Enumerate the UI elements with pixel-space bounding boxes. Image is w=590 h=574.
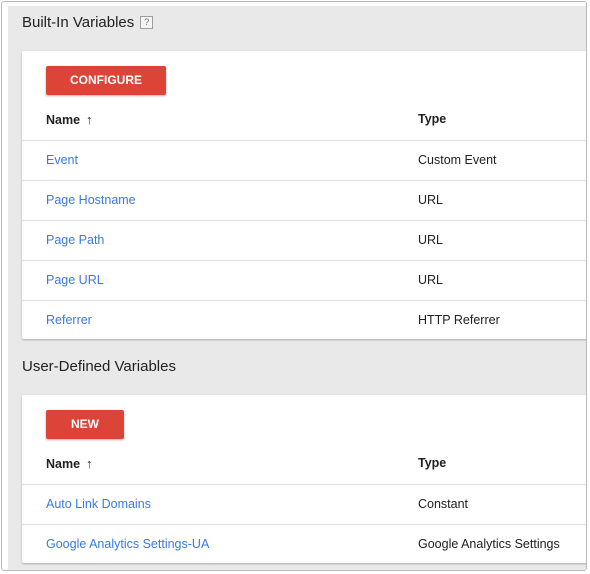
name-column-label: Name (46, 457, 81, 471)
name-column-header[interactable]: Name ↑ (46, 100, 93, 140)
builtin-variables-card: CONFIGURE Name ↑ Type Event Custom Event … (22, 51, 586, 340)
variable-type: URL (418, 193, 444, 207)
table-row: Page URL URL (22, 260, 586, 300)
builtin-table-header: Name ↑ Type (22, 100, 586, 140)
table-row: Referrer HTTP Referrer (22, 300, 586, 340)
variable-name-link[interactable]: Auto Link Domains (46, 485, 151, 524)
builtin-title-text: Built-In Variables (22, 14, 135, 31)
variable-type: HTTP Referrer (418, 313, 500, 327)
help-icon[interactable]: ? (140, 16, 154, 29)
table-row: Page Path URL (22, 220, 586, 260)
variables-page: Built-In Variables ? CONFIGURE Name ↑ Typ… (1, 1, 587, 571)
table-row: Page Hostname URL (22, 180, 586, 220)
arrow-up-icon[interactable]: ↑ (86, 100, 93, 139)
variable-name-link[interactable]: Event (46, 141, 78, 180)
new-variable-button[interactable]: NEW (46, 410, 124, 439)
userdefined-table-header: Name ↑ Type (22, 444, 586, 484)
table-row: Auto Link Domains Constant (22, 484, 586, 524)
userdefined-section-title: User-Defined Variables (22, 358, 176, 375)
variable-name-link[interactable]: Page Path (46, 221, 104, 260)
builtin-section-title: Built-In Variables ? (22, 14, 154, 31)
variable-name-link[interactable]: Referrer (46, 301, 92, 340)
configure-button[interactable]: CONFIGURE (46, 66, 166, 95)
arrow-up-icon[interactable]: ↑ (86, 444, 93, 483)
variable-name-link[interactable]: Page Hostname (46, 181, 136, 220)
variable-type: URL (418, 233, 444, 247)
variable-type: URL (418, 273, 444, 287)
userdefined-variables-card: NEW Name ↑ Type Auto Link Domains Constan… (22, 395, 586, 564)
variable-name-link[interactable]: Page URL (46, 261, 104, 300)
type-column-header: Type (418, 112, 447, 126)
type-column-header: Type (418, 456, 447, 470)
name-column-label: Name (46, 113, 81, 127)
variable-type: Constant (418, 497, 469, 511)
variable-type: Custom Event (418, 153, 497, 167)
name-column-header[interactable]: Name ↑ (46, 444, 93, 484)
table-row: Event Custom Event (22, 140, 586, 180)
variable-type: Google Analytics Settings (418, 537, 560, 551)
variable-name-link[interactable]: Google Analytics Settings-UA (46, 525, 209, 564)
table-row: Google Analytics Settings-UA Google Anal… (22, 524, 586, 564)
